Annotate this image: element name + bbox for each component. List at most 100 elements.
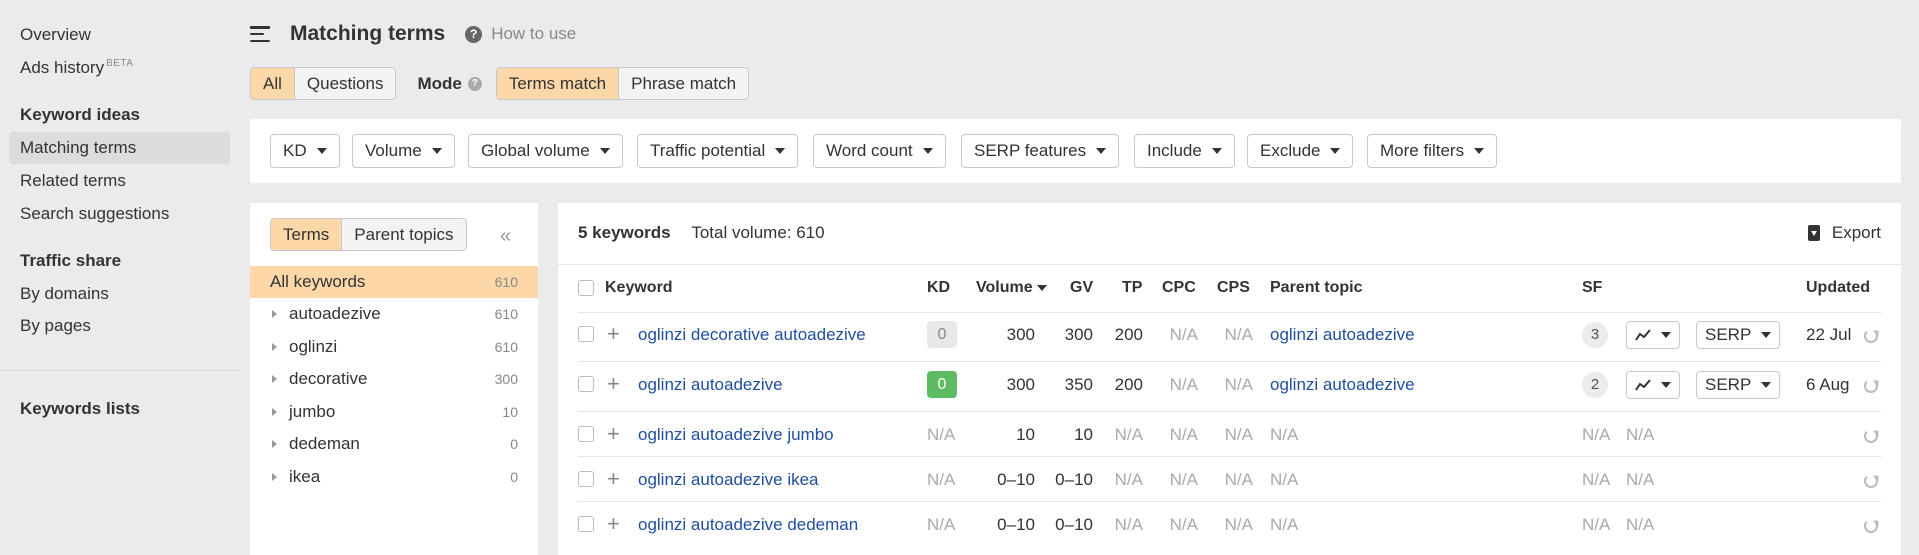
total-volume: Total volume: 610	[691, 223, 825, 242]
filter-volume[interactable]: Volume	[352, 134, 455, 168]
filter-label: More filters	[1380, 141, 1465, 160]
menu-icon[interactable]	[250, 26, 270, 42]
serp-label: SERP	[1705, 325, 1752, 344]
expand-triangle-icon[interactable]	[272, 310, 277, 318]
gv-cell: 300	[1064, 325, 1093, 344]
refresh-icon[interactable]	[1864, 329, 1878, 343]
serp-dropdown[interactable]: SERP	[1696, 371, 1781, 399]
parent-topic-cell: N/A	[1270, 425, 1299, 444]
filter-more[interactable]: More filters	[1367, 134, 1498, 168]
filter-traffic-potential[interactable]: Traffic potential	[637, 134, 799, 168]
group-item[interactable]: autoadezive 610	[250, 298, 538, 330]
sidebar-item-by-pages[interactable]: By pages	[20, 316, 91, 336]
group-all-keywords[interactable]: All keywords 610	[250, 266, 538, 298]
keyword-link[interactable]: oglinzi autoadezive	[638, 375, 783, 395]
expand-triangle-icon[interactable]	[272, 408, 277, 416]
kd-badge: 0	[927, 321, 957, 348]
filter-word-count[interactable]: Word count	[813, 134, 946, 168]
sf-count-badge[interactable]: 2	[1582, 372, 1608, 398]
sidebar-item-matching-terms[interactable]: Matching terms	[20, 138, 136, 158]
expand-triangle-icon[interactable]	[272, 473, 277, 481]
filter-kd[interactable]: KD	[270, 134, 340, 168]
col-header-cps[interactable]: CPS	[1217, 279, 1250, 297]
group-item[interactable]: dedeman 0	[250, 428, 538, 460]
group-item[interactable]: oglinzi 610	[250, 331, 538, 363]
col-header-cpc[interactable]: CPC	[1162, 279, 1196, 297]
add-to-list-icon[interactable]: +	[607, 513, 620, 535]
row-checkbox[interactable]	[578, 376, 594, 392]
filter-label: Volume	[365, 141, 422, 160]
sidebar-item-related-terms[interactable]: Related terms	[20, 171, 126, 191]
refresh-icon[interactable]	[1864, 519, 1878, 533]
filter-include[interactable]: Include	[1134, 134, 1235, 168]
select-all-checkbox[interactable]	[578, 280, 594, 296]
tab-parent-topics[interactable]: Parent topics	[341, 219, 466, 250]
serp-dropdown[interactable]: SERP	[1696, 321, 1781, 349]
keyword-link[interactable]: oglinzi autoadezive ikea	[638, 470, 819, 490]
volume-cell: 0–10	[997, 470, 1035, 489]
add-to-list-icon[interactable]: +	[607, 468, 620, 490]
group-item[interactable]: decorative 300	[250, 363, 538, 395]
tab-terms[interactable]: Terms	[271, 219, 342, 250]
keyword-link[interactable]: oglinzi autoadezive jumbo	[638, 425, 834, 445]
divider	[578, 361, 1881, 362]
group-item[interactable]: jumbo 10	[250, 396, 538, 428]
sidebar-item-ads-history[interactable]: Ads history BETA	[20, 58, 133, 78]
col-header-gv[interactable]: GV	[1070, 279, 1093, 297]
tp-cell: 200	[1114, 375, 1143, 394]
add-to-list-icon[interactable]: +	[607, 373, 620, 395]
row-checkbox[interactable]	[578, 471, 594, 487]
col-header-kd[interactable]: KD	[927, 279, 950, 297]
col-header-updated[interactable]: Updated	[1806, 279, 1870, 297]
col-header-volume[interactable]: Volume	[976, 279, 1047, 297]
group-count: 0	[510, 436, 518, 452]
filter-exclude[interactable]: Exclude	[1247, 134, 1354, 168]
how-to-use-link[interactable]: How to use	[491, 24, 576, 44]
row-checkbox[interactable]	[578, 326, 594, 342]
expand-triangle-icon[interactable]	[272, 440, 277, 448]
group-item[interactable]: ikea 0	[250, 461, 538, 493]
sidebar-item-keywords-lists[interactable]: Keywords lists	[20, 399, 140, 419]
toggle-questions[interactable]: Questions	[293, 68, 396, 99]
gv-cell: 350	[1064, 375, 1093, 394]
expand-triangle-icon[interactable]	[272, 343, 277, 351]
sidebar-item-search-suggestions[interactable]: Search suggestions	[20, 204, 169, 224]
expand-triangle-icon[interactable]	[272, 375, 277, 383]
parent-topic-link[interactable]: oglinzi autoadezive	[1270, 375, 1415, 395]
col-header-keyword[interactable]: Keyword	[605, 279, 673, 297]
filters-bar: KD Volume Global volume Traffic potentia…	[250, 119, 1901, 183]
refresh-icon[interactable]	[1864, 379, 1878, 393]
collapse-panel-icon[interactable]: «	[500, 225, 511, 248]
sf-count-badge[interactable]: 3	[1582, 322, 1608, 348]
add-to-list-icon[interactable]: +	[607, 423, 620, 445]
group-tabs: Terms Parent topics	[270, 218, 467, 251]
mode-row: All Questions Mode ? Terms match Phrase …	[250, 67, 750, 100]
sidebar-heading-keyword-ideas: Keyword ideas	[20, 105, 140, 124]
add-to-list-icon[interactable]: +	[607, 323, 620, 345]
refresh-icon[interactable]	[1864, 474, 1878, 488]
filter-label: Include	[1147, 141, 1202, 160]
trend-dropdown[interactable]	[1626, 321, 1680, 349]
toggle-all[interactable]: All	[251, 68, 294, 99]
export-button[interactable]: Export	[1807, 223, 1881, 243]
row-checkbox[interactable]	[578, 516, 594, 532]
col-header-sf[interactable]: SF	[1582, 279, 1602, 297]
keyword-link[interactable]: oglinzi autoadezive dedeman	[638, 515, 858, 535]
mode-help-icon[interactable]: ?	[467, 76, 482, 91]
sidebar-item-overview[interactable]: Overview	[20, 25, 91, 45]
filter-global-volume[interactable]: Global volume	[468, 134, 623, 168]
row-checkbox[interactable]	[578, 426, 594, 442]
toggle-terms-match[interactable]: Terms match	[496, 68, 619, 99]
sidebar-item-by-domains[interactable]: By domains	[20, 284, 109, 304]
keyword-link[interactable]: oglinzi decorative autoadezive	[638, 325, 866, 345]
col-header-tp[interactable]: TP	[1122, 279, 1142, 297]
col-header-parent-topic[interactable]: Parent topic	[1270, 279, 1362, 297]
help-icon[interactable]: ?	[465, 25, 483, 43]
filter-serp-features[interactable]: SERP features	[961, 134, 1120, 168]
toggle-phrase-match[interactable]: Phrase match	[618, 68, 749, 99]
refresh-icon[interactable]	[1864, 429, 1878, 443]
kd-badge: 0	[927, 371, 957, 398]
parent-topic-link[interactable]: oglinzi autoadezive	[1270, 325, 1415, 345]
chevron-down-icon	[1330, 148, 1341, 154]
trend-dropdown[interactable]	[1626, 371, 1680, 399]
